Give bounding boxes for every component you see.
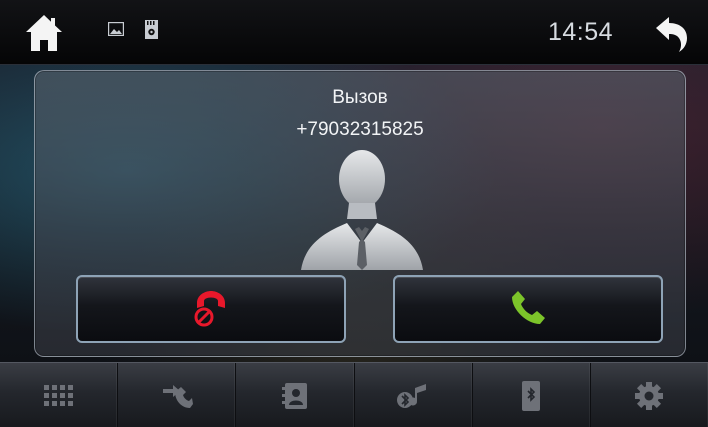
back-arrow-icon bbox=[656, 17, 687, 52]
person-silhouette-icon bbox=[297, 147, 427, 272]
call-transfer-icon bbox=[162, 384, 193, 408]
answer-phone-icon bbox=[512, 291, 545, 324]
sd-card-icon bbox=[144, 20, 159, 44]
toolbar-bluetooth-phone[interactable] bbox=[473, 363, 591, 427]
bluetooth-music-icon bbox=[397, 383, 427, 408]
status-bar: 14:54 bbox=[0, 0, 708, 65]
hang-up-phone-icon bbox=[194, 291, 225, 327]
toolbar-contacts[interactable] bbox=[236, 363, 355, 427]
phone-call-screen: 14:54 Вызов +79032315825 bbox=[0, 0, 708, 427]
clock: 14:54 bbox=[548, 18, 614, 46]
toolbar-call-transfer[interactable] bbox=[118, 363, 237, 427]
back-button[interactable] bbox=[652, 14, 692, 54]
toolbar-bluetooth-music[interactable] bbox=[355, 363, 473, 427]
toolbar-dialpad[interactable] bbox=[0, 363, 119, 427]
settings-gear-icon bbox=[635, 381, 664, 410]
home-button[interactable] bbox=[22, 13, 66, 53]
caller-number: +79032315825 bbox=[296, 119, 424, 140]
bottom-toolbar bbox=[0, 362, 708, 427]
reject-call-button[interactable] bbox=[76, 275, 346, 343]
incoming-call-dialog: Вызов +79032315825 bbox=[34, 70, 686, 357]
answer-call-button[interactable] bbox=[393, 275, 663, 343]
call-status-label: Вызов bbox=[332, 87, 388, 108]
contacts-icon bbox=[281, 382, 307, 409]
dialpad-icon bbox=[43, 384, 73, 406]
bluetooth-phone-icon bbox=[522, 380, 541, 411]
toolbar-settings[interactable] bbox=[591, 363, 708, 427]
picture-icon bbox=[107, 21, 125, 41]
home-icon bbox=[26, 15, 62, 51]
